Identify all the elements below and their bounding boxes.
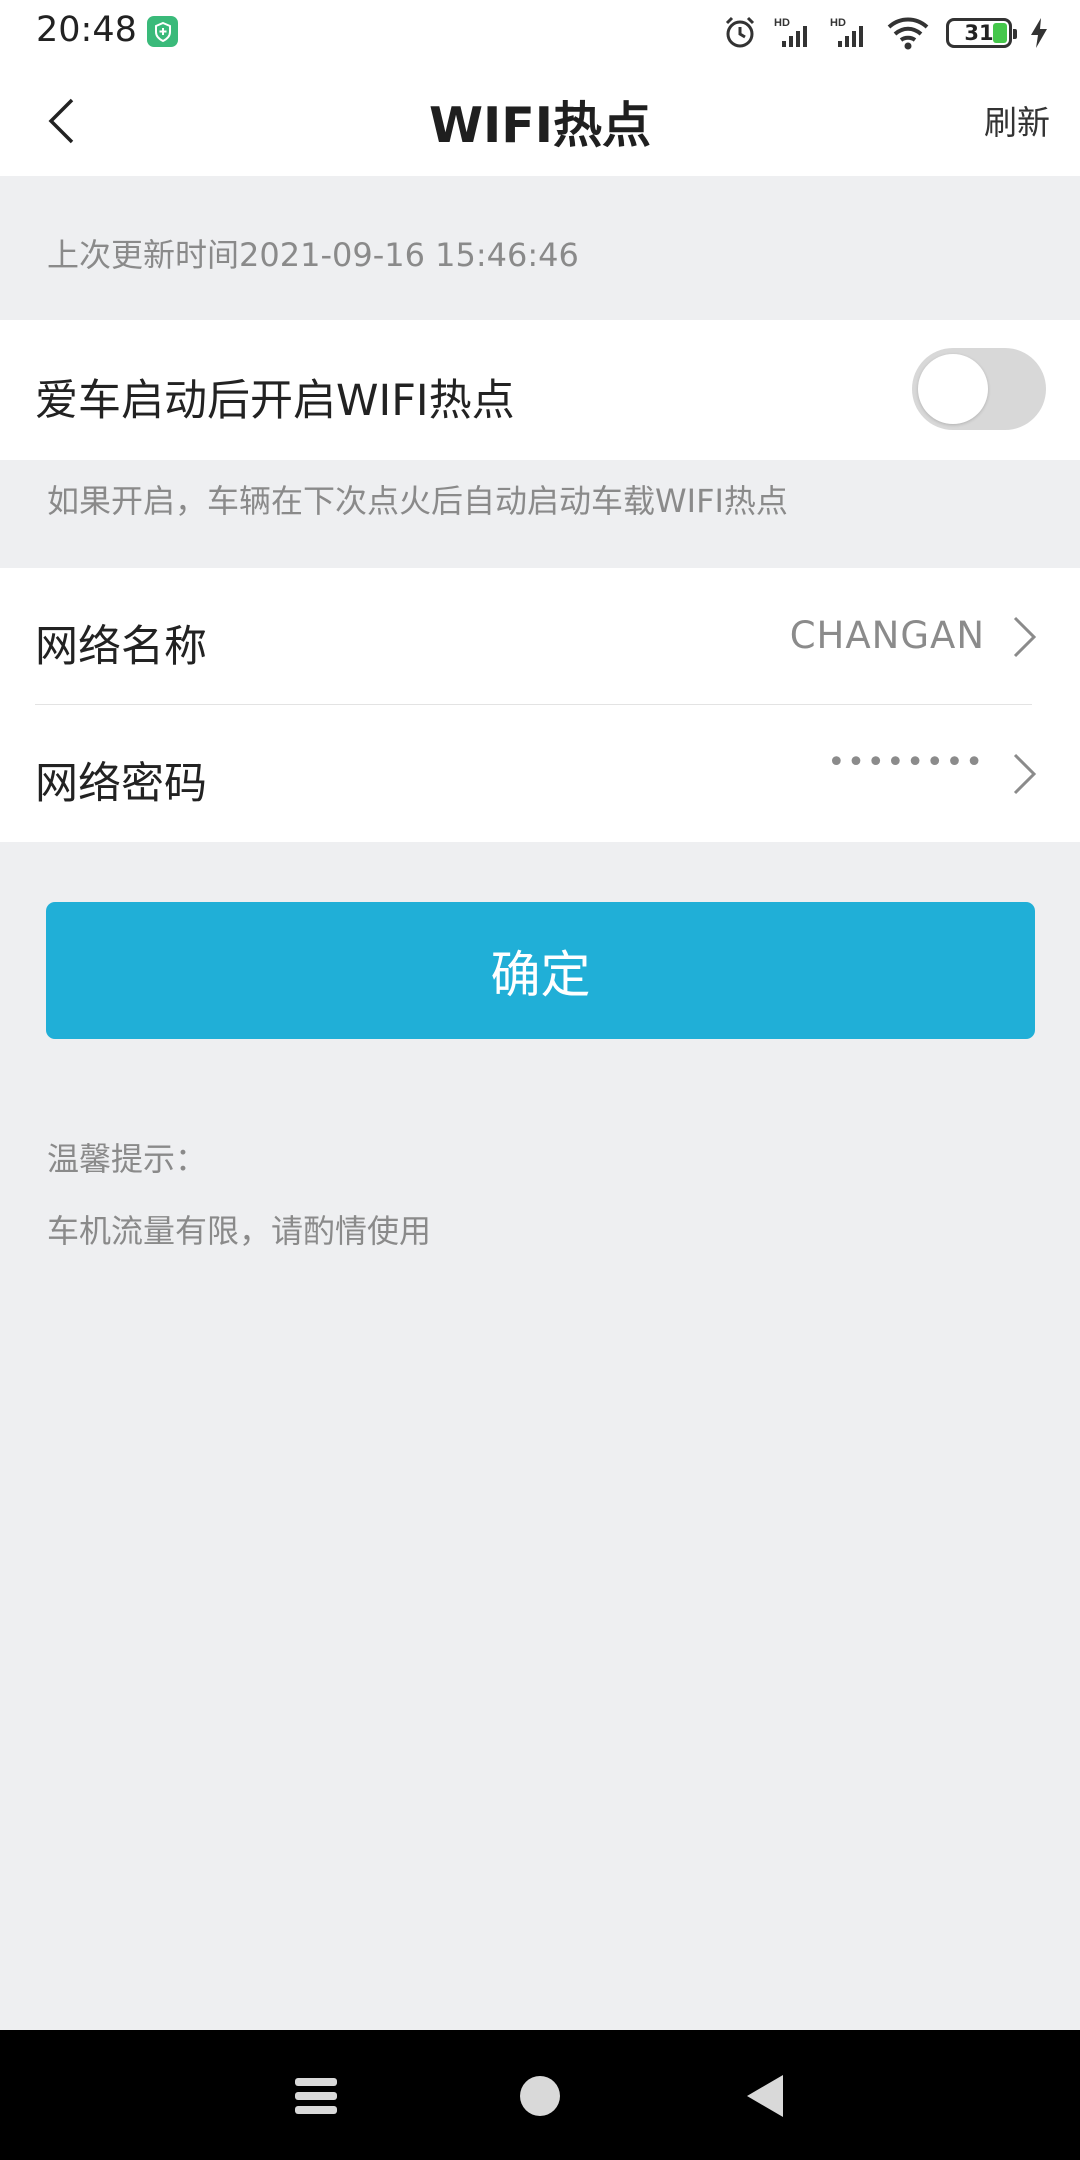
chevron-right-icon (1013, 753, 1037, 795)
back-triangle-icon (747, 2075, 783, 2117)
network-name-value: CHANGAN (789, 614, 985, 657)
switch-knob (918, 354, 988, 424)
shield-icon (147, 16, 178, 47)
network-name-row[interactable]: 网络名称 CHANGAN (0, 568, 1080, 705)
battery-level: 31 (964, 21, 994, 45)
back-nav-button[interactable] (735, 2066, 795, 2126)
menu-icon (295, 2078, 337, 2114)
charging-icon (1028, 16, 1050, 50)
auto-hotspot-label: 爱车启动后开启WIFI热点 (35, 376, 515, 426)
auto-hotspot-switch[interactable] (912, 348, 1046, 430)
hd-signal-icon: HD (830, 15, 870, 51)
page-title: WIFI热点 (429, 97, 651, 154)
title-bar: WIFI热点 刷新 (0, 66, 1080, 176)
svg-text:HD: HD (774, 17, 790, 29)
home-icon (520, 2076, 560, 2116)
confirm-button[interactable]: 确定 (46, 902, 1035, 1039)
navigation-bar (0, 2030, 1080, 2160)
wifi-icon (886, 15, 930, 51)
auto-hotspot-hint: 如果开启，车辆在下次点火后自动启动车载WIFI热点 (47, 482, 788, 520)
tips-text: 车机流量有限，请酌情使用 (47, 1212, 432, 1250)
tips-title: 温馨提示： (47, 1140, 208, 1178)
battery-icon: 31 (946, 18, 1017, 48)
hd-signal-icon: HD (774, 15, 814, 51)
last-update-time: 上次更新时间2021-09-16 15:46:46 (47, 236, 579, 274)
chevron-right-icon (1013, 616, 1037, 658)
wifi-hotspot-page: 20:48 HD HD 31 WIFI热点 刷新 上次更新时间2021-09-1… (0, 0, 1080, 2160)
network-name-label: 网络名称 (35, 622, 207, 672)
network-password-label: 网络密码 (35, 759, 207, 809)
network-password-row[interactable]: 网络密码 •••••••• (0, 705, 1080, 842)
refresh-button[interactable]: 刷新 (984, 96, 1050, 144)
network-settings: 网络名称 CHANGAN 网络密码 •••••••• (0, 568, 1080, 842)
home-button[interactable] (510, 2066, 570, 2126)
status-icons: HD HD 31 (706, 12, 1050, 54)
svg-text:HD: HD (830, 17, 846, 29)
auto-hotspot-row: 爱车启动后开启WIFI热点 (0, 320, 1080, 460)
status-bar: 20:48 HD HD 31 (0, 0, 1080, 66)
network-password-value: •••••••• (827, 745, 985, 780)
alarm-icon (722, 15, 758, 51)
status-time: 20:48 (36, 10, 137, 50)
menu-button[interactable] (286, 2066, 346, 2126)
